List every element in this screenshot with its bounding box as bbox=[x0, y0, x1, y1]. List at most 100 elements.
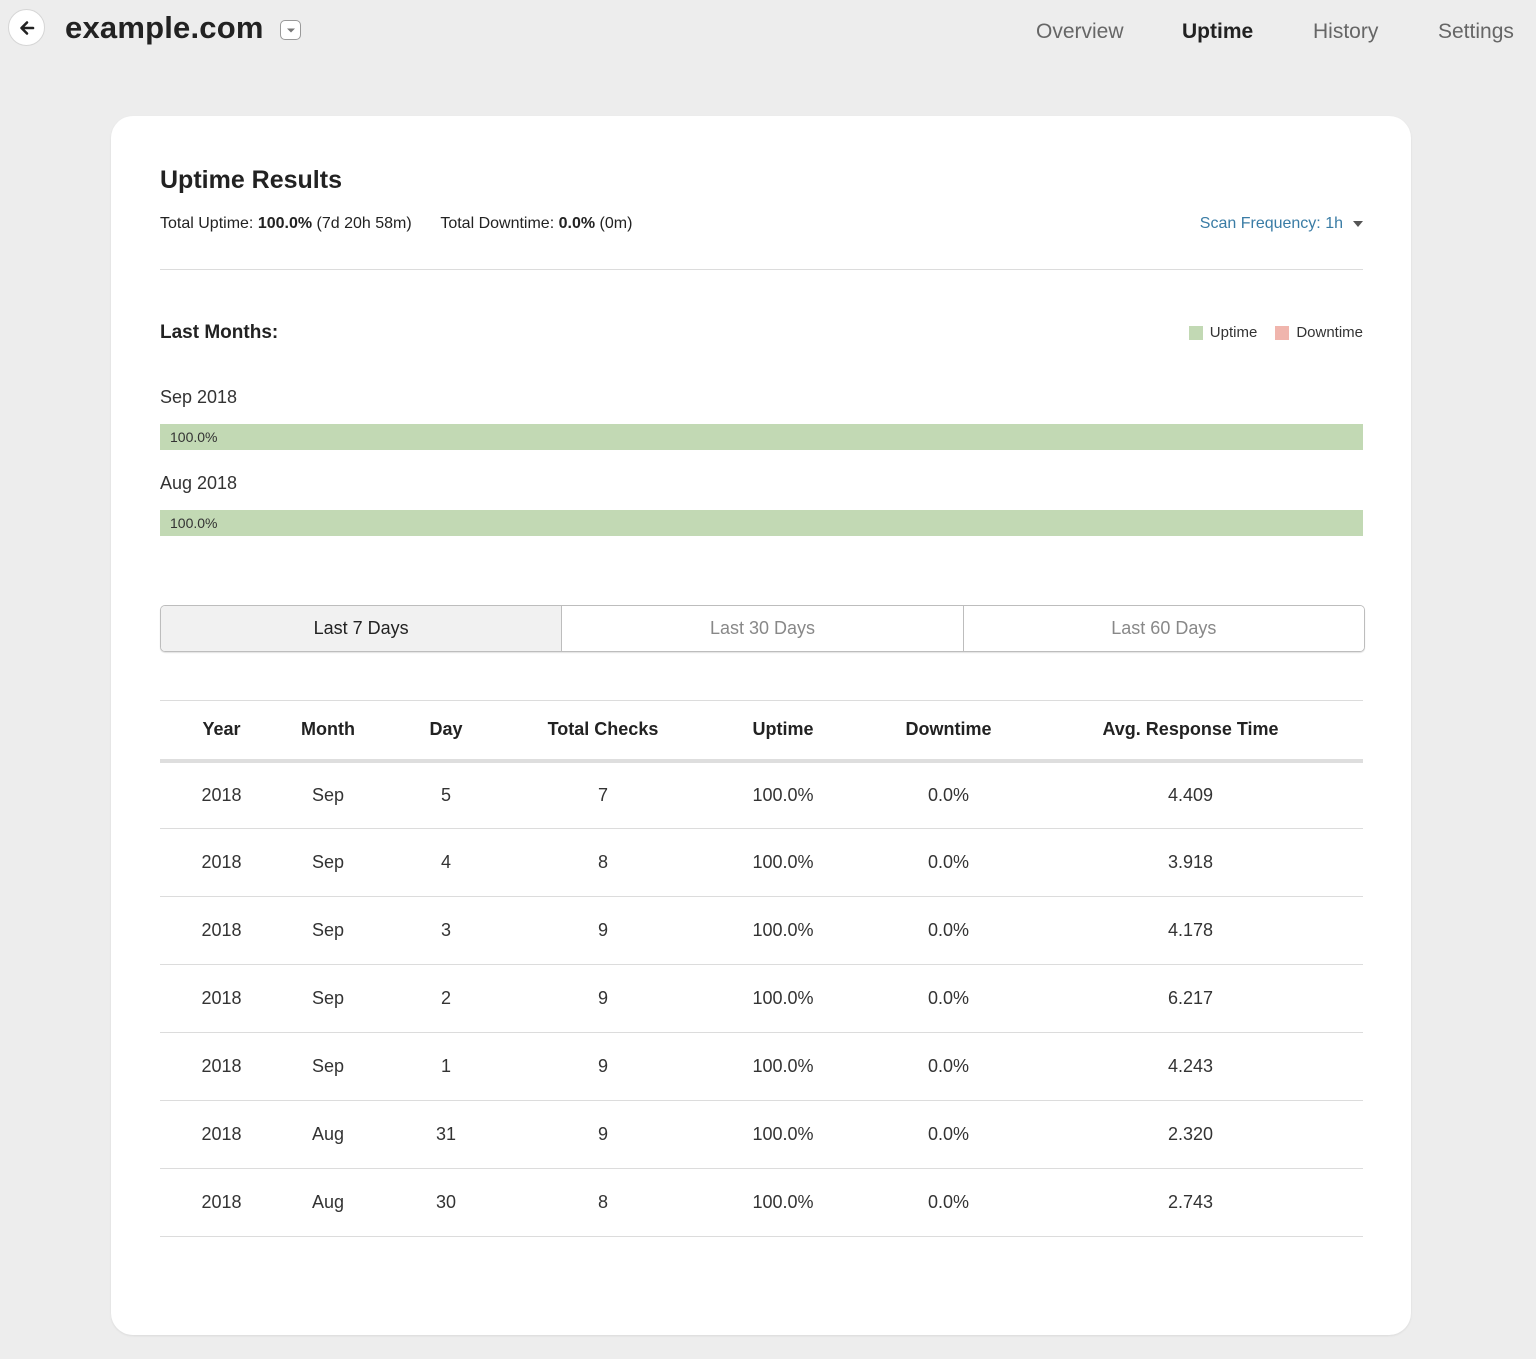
cell-total-checks: 8 bbox=[519, 828, 687, 897]
back-button[interactable] bbox=[8, 9, 45, 46]
uptime-summary: Total Uptime: 100.0% (7d 20h 58m) Total … bbox=[160, 215, 632, 233]
divider bbox=[160, 269, 1363, 270]
cell-day: 2 bbox=[373, 964, 519, 1033]
cell-total-checks: 9 bbox=[519, 896, 687, 965]
cell-total-checks: 7 bbox=[519, 760, 687, 829]
tab-overview[interactable]: Overview bbox=[1036, 17, 1124, 47]
cell-day: 4 bbox=[373, 828, 519, 897]
cell-uptime: 100.0% bbox=[687, 896, 879, 965]
cell-downtime: 0.0% bbox=[879, 1168, 1018, 1237]
scan-frequency-label: Scan Frequency: 1h bbox=[1199, 215, 1343, 232]
cell-total-checks: 9 bbox=[519, 964, 687, 1033]
top-bar: example.com Overview Uptime History Sett… bbox=[0, 0, 1536, 62]
cell-uptime: 100.0% bbox=[687, 760, 879, 829]
cell-avg-response: 2.743 bbox=[1018, 1168, 1363, 1237]
cell-day: 3 bbox=[373, 896, 519, 965]
cell-month: Sep bbox=[283, 964, 373, 1033]
month-uptime-bar: 100.0% bbox=[160, 424, 1363, 450]
caret-down-icon bbox=[1353, 221, 1363, 227]
cell-avg-response: 2.320 bbox=[1018, 1100, 1363, 1169]
total-downtime-label: Total Downtime: bbox=[440, 215, 555, 232]
cell-avg-response: 6.217 bbox=[1018, 964, 1363, 1033]
table-row: 2018 Aug 30 8 100.0% 0.0% 2.743 bbox=[160, 1168, 1363, 1237]
cell-day: 31 bbox=[373, 1100, 519, 1169]
legend: Uptime Downtime bbox=[1188, 324, 1363, 341]
date-range-selector: Last 7 Days Last 30 Days Last 60 Days bbox=[160, 605, 1365, 652]
arrow-left-icon bbox=[19, 20, 34, 35]
tab-settings[interactable]: Settings bbox=[1438, 17, 1514, 47]
chevron-down-icon bbox=[286, 28, 295, 32]
page-title: Uptime Results bbox=[160, 166, 342, 194]
tab-uptime[interactable]: Uptime bbox=[1182, 17, 1253, 47]
column-header[interactable]: Uptime bbox=[687, 700, 879, 763]
cell-uptime: 100.0% bbox=[687, 1032, 879, 1101]
cell-month: Aug bbox=[283, 1100, 373, 1169]
table-row: 2018 Sep 4 8 100.0% 0.0% 3.918 bbox=[160, 828, 1363, 897]
total-downtime-duration: (0m) bbox=[599, 215, 633, 232]
table-header-row: Year Month Day Total Checks Uptime Downt… bbox=[160, 700, 1363, 763]
total-downtime-value: 0.0% bbox=[558, 215, 596, 232]
site-title: example.com bbox=[65, 10, 264, 45]
range-last-7-days[interactable]: Last 7 Days bbox=[161, 606, 562, 651]
range-last-60-days[interactable]: Last 60 Days bbox=[962, 606, 1364, 651]
table-row: 2018 Sep 1 9 100.0% 0.0% 4.243 bbox=[160, 1032, 1363, 1101]
cell-month: Sep bbox=[283, 760, 373, 829]
cell-downtime: 0.0% bbox=[879, 896, 1018, 965]
cell-day: 1 bbox=[373, 1032, 519, 1101]
cell-month: Sep bbox=[283, 896, 373, 965]
table-row: 2018 Sep 2 9 100.0% 0.0% 6.217 bbox=[160, 964, 1363, 1033]
column-header[interactable]: Avg. Response Time bbox=[1018, 700, 1363, 763]
total-uptime-label: Total Uptime: bbox=[160, 215, 254, 232]
table-row: 2018 Sep 5 7 100.0% 0.0% 4.409 bbox=[160, 760, 1363, 829]
cell-avg-response: 3.918 bbox=[1018, 828, 1363, 897]
uptime-swatch bbox=[1188, 325, 1203, 340]
cell-day: 30 bbox=[373, 1168, 519, 1237]
uptime-table: Year Month Day Total Checks Uptime Downt… bbox=[160, 700, 1363, 1237]
column-header[interactable]: Year bbox=[160, 700, 283, 763]
cell-avg-response: 4.243 bbox=[1018, 1032, 1363, 1101]
cell-year: 2018 bbox=[160, 828, 283, 897]
cell-year: 2018 bbox=[160, 896, 283, 965]
cell-month: Sep bbox=[283, 1032, 373, 1101]
tab-history[interactable]: History bbox=[1313, 17, 1378, 47]
uptime-percent: 100.0% bbox=[170, 515, 218, 531]
cell-uptime: 100.0% bbox=[687, 1100, 879, 1169]
table-row: 2018 Aug 31 9 100.0% 0.0% 2.320 bbox=[160, 1100, 1363, 1169]
column-header[interactable]: Total Checks bbox=[519, 700, 687, 763]
cell-year: 2018 bbox=[160, 1100, 283, 1169]
cell-avg-response: 4.409 bbox=[1018, 760, 1363, 829]
uptime-percent: 100.0% bbox=[170, 429, 218, 445]
legend-uptime: Uptime bbox=[1188, 324, 1258, 341]
cell-uptime: 100.0% bbox=[687, 828, 879, 897]
site-menu-button[interactable] bbox=[280, 20, 301, 40]
legend-downtime-label: Downtime bbox=[1296, 324, 1363, 341]
uptime-fill: 100.0% bbox=[160, 424, 1363, 450]
cell-year: 2018 bbox=[160, 760, 283, 829]
column-header[interactable]: Day bbox=[373, 700, 519, 763]
cell-total-checks: 9 bbox=[519, 1032, 687, 1101]
legend-uptime-label: Uptime bbox=[1209, 324, 1258, 341]
cell-month: Sep bbox=[283, 828, 373, 897]
month-label: Sep 2018 bbox=[160, 387, 238, 407]
cell-month: Aug bbox=[283, 1168, 373, 1237]
table-row: 2018 Sep 3 9 100.0% 0.0% 4.178 bbox=[160, 896, 1363, 965]
cell-avg-response: 4.178 bbox=[1018, 896, 1363, 965]
legend-downtime: Downtime bbox=[1275, 324, 1363, 341]
downtime-swatch bbox=[1275, 325, 1290, 340]
column-header[interactable]: Downtime bbox=[879, 700, 1018, 763]
total-uptime-value: 100.0% bbox=[257, 215, 313, 232]
uptime-card: Uptime Results Total Uptime: 100.0% (7d … bbox=[111, 116, 1411, 1335]
uptime-fill: 100.0% bbox=[160, 510, 1363, 536]
cell-total-checks: 8 bbox=[519, 1168, 687, 1237]
month-uptime-bar: 100.0% bbox=[160, 510, 1363, 536]
cell-downtime: 0.0% bbox=[879, 828, 1018, 897]
cell-downtime: 0.0% bbox=[879, 760, 1018, 829]
total-uptime-duration: (7d 20h 58m) bbox=[316, 215, 412, 232]
range-last-30-days[interactable]: Last 30 Days bbox=[561, 606, 963, 651]
cell-uptime: 100.0% bbox=[687, 1168, 879, 1237]
cell-total-checks: 9 bbox=[519, 1100, 687, 1169]
scan-frequency-dropdown[interactable]: Scan Frequency: 1h bbox=[1200, 215, 1363, 233]
cell-uptime: 100.0% bbox=[687, 964, 879, 1033]
column-header[interactable]: Month bbox=[283, 700, 373, 763]
cell-year: 2018 bbox=[160, 1168, 283, 1237]
